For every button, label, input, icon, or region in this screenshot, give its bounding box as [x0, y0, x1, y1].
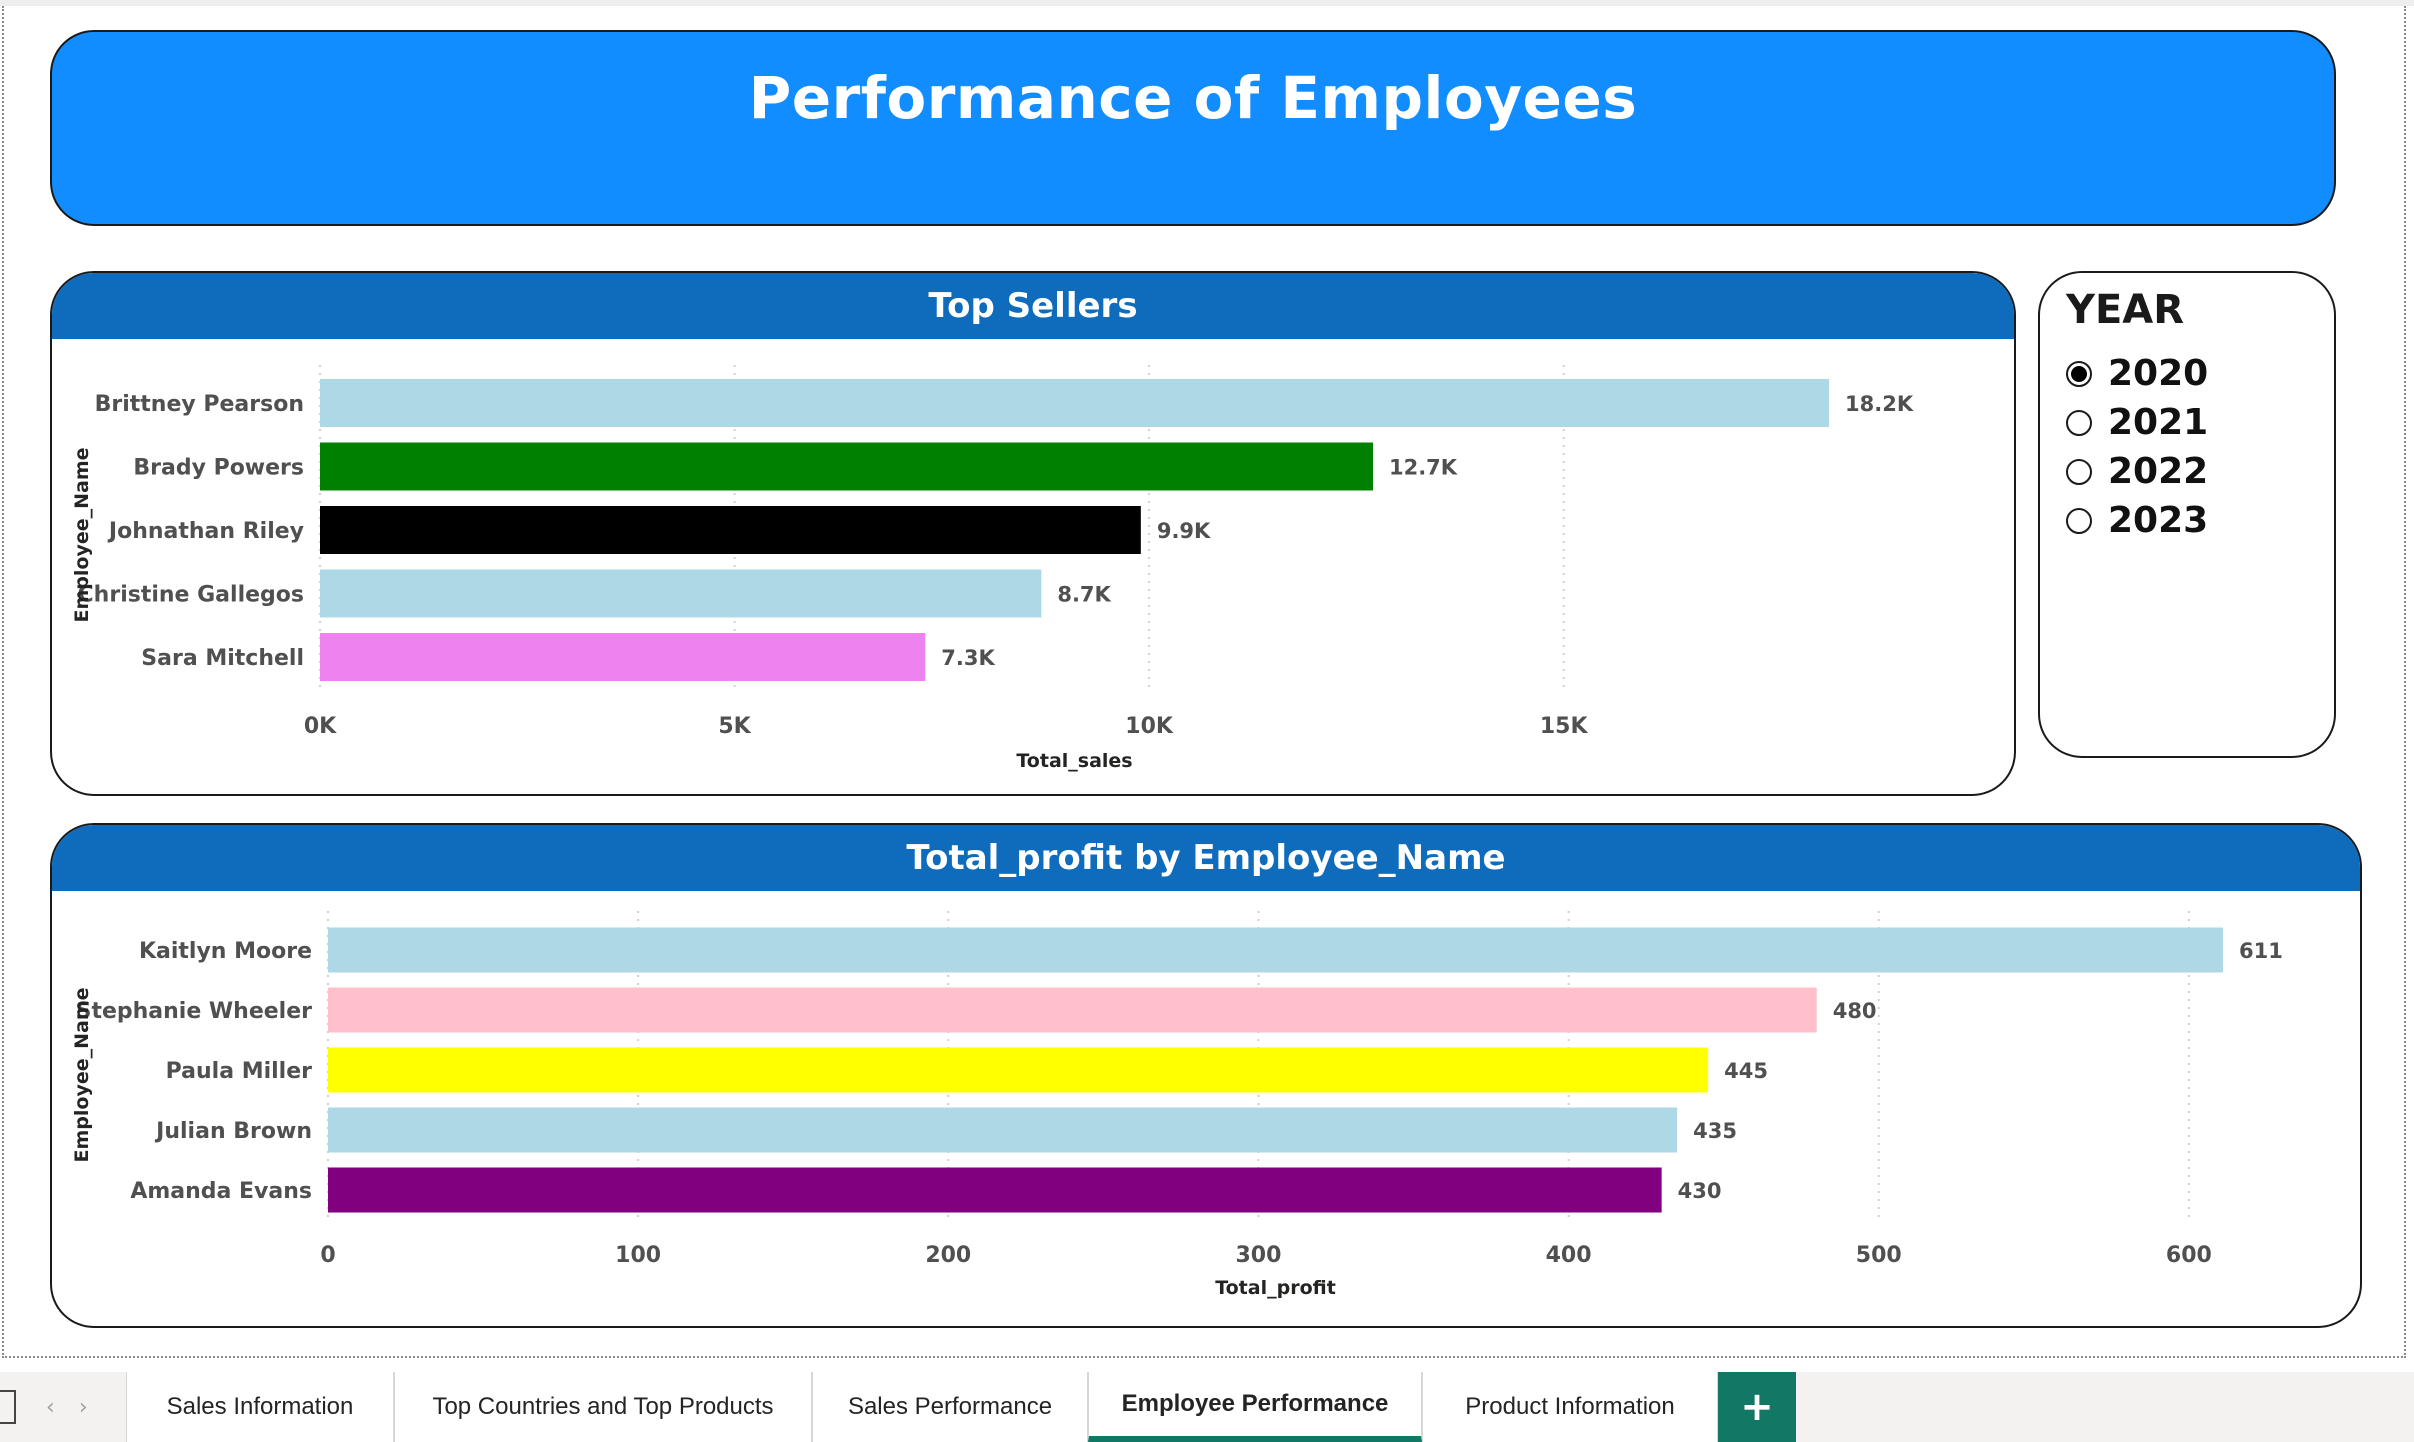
x-tick-label: 600 [2166, 1243, 2212, 1268]
radio-selected-icon[interactable] [2066, 360, 2092, 387]
year-option-label: 2022 [2108, 451, 2209, 492]
bar [320, 442, 1373, 491]
radio-empty-icon[interactable] [2066, 409, 2092, 436]
chevron-left-icon[interactable]: ‹ [46, 1395, 55, 1420]
year-option-label: 2021 [2108, 402, 2209, 443]
page-tab[interactable]: Sales Performance [812, 1372, 1088, 1442]
page-icon[interactable] [0, 1390, 16, 1424]
bar [328, 1047, 1709, 1093]
slicer-title: YEAR [2066, 287, 2185, 333]
category-label: Brady Powers [133, 456, 304, 481]
x-tick-label: 15K [1540, 714, 1589, 739]
x-tick-label: 200 [925, 1243, 971, 1268]
bar [328, 1167, 1662, 1213]
page-tab[interactable]: Top Countries and Top Products [394, 1372, 812, 1442]
data-label: 611 [2239, 939, 2283, 963]
y-axis-title: Employee_Name [71, 447, 93, 622]
x-tick-label: 400 [1546, 1243, 1592, 1268]
category-label: Johnathan Riley [107, 519, 304, 544]
header-banner: Performance of Employees [50, 30, 2336, 226]
page-tab[interactable]: Employee Performance [1088, 1372, 1422, 1442]
year-slicer: YEAR 2020 2021 2022 2023 [2038, 271, 2336, 758]
bar [320, 569, 1042, 618]
x-tick-label: 10K [1125, 714, 1174, 739]
year-option-label: 2023 [2108, 500, 2209, 541]
data-label: 12.7K [1389, 456, 1458, 480]
data-label: 480 [1833, 999, 1877, 1023]
data-label: 7.3K [941, 646, 995, 670]
x-tick-label: 500 [1856, 1243, 1902, 1268]
page-title: Performance of Employees [748, 64, 1638, 132]
page-tab-bar: ‹ › Sales Information Top Countries and T… [0, 1372, 2414, 1442]
x-tick-label: 300 [1235, 1243, 1281, 1268]
x-axis-title: Total_profit [1215, 1277, 1336, 1299]
bar [320, 506, 1141, 554]
year-option-2023[interactable]: 2023 [2066, 496, 2208, 545]
slicer-options: 2020 2021 2022 2023 [2066, 349, 2208, 545]
category-label: Stephanie Wheeler [76, 999, 313, 1024]
x-tick-label: 5K [718, 714, 751, 739]
tab-navigation: ‹ › [0, 1372, 126, 1442]
bar [328, 1107, 1678, 1153]
year-option-2022[interactable]: 2022 [2066, 447, 2208, 496]
top-sellers-chart: Brittney Pearson 18.2K Brady Powers 12.7K Jo… [71, 365, 1914, 772]
year-option-2020[interactable]: 2020 [2066, 349, 2208, 398]
radio-empty-icon[interactable] [2066, 458, 2092, 485]
radio-dot-icon [2071, 365, 2087, 382]
x-tick-label: 0K [304, 714, 337, 739]
data-label: 18.2K [1845, 392, 1914, 416]
category-label: Christine Gallegos [78, 583, 304, 608]
category-label: Brittney Pearson [95, 392, 304, 417]
bar [320, 379, 1829, 427]
report-canvas: Performance of Employees Top Sellers Bri… [0, 0, 2414, 1442]
add-page-button[interactable]: + [1718, 1372, 1796, 1442]
chevron-right-icon[interactable]: › [79, 1395, 88, 1420]
x-tick-label: 0 [320, 1243, 335, 1268]
year-option-label: 2020 [2108, 353, 2209, 394]
total-profit-chart: Kaitlyn Moore 611 Stephanie Wheeler 480 Paul… [71, 911, 2283, 1299]
page-tab[interactable]: Sales Information [126, 1372, 394, 1442]
category-label: Amanda Evans [130, 1179, 312, 1204]
data-label: 9.9K [1157, 519, 1211, 543]
data-label: 435 [1693, 1119, 1737, 1143]
data-label: 8.7K [1057, 583, 1111, 607]
x-axis-title: Total_sales [1016, 750, 1132, 772]
data-label: 430 [1678, 1179, 1722, 1203]
top-sellers-panel[interactable]: Top Sellers Brittney Pearson 18.2K Brady P… [50, 271, 2016, 796]
category-label: Julian Brown [154, 1119, 312, 1144]
radio-empty-icon[interactable] [2066, 507, 2092, 534]
category-label: Sara Mitchell [141, 646, 304, 671]
y-axis-title: Employee_Name [71, 987, 93, 1162]
category-label: Kaitlyn Moore [139, 939, 312, 964]
category-label: Paula Miller [166, 1059, 313, 1084]
data-label: 445 [1724, 1059, 1768, 1083]
year-option-2021[interactable]: 2021 [2066, 398, 2208, 447]
x-tick-label: 100 [615, 1243, 661, 1268]
bar [328, 927, 2223, 973]
page-tab[interactable]: Product Information [1422, 1372, 1718, 1442]
bar [328, 987, 1817, 1033]
total-profit-panel[interactable]: Total_profit by Employee_Name Kaitlyn Mo… [50, 823, 2362, 1328]
bar [320, 633, 926, 681]
